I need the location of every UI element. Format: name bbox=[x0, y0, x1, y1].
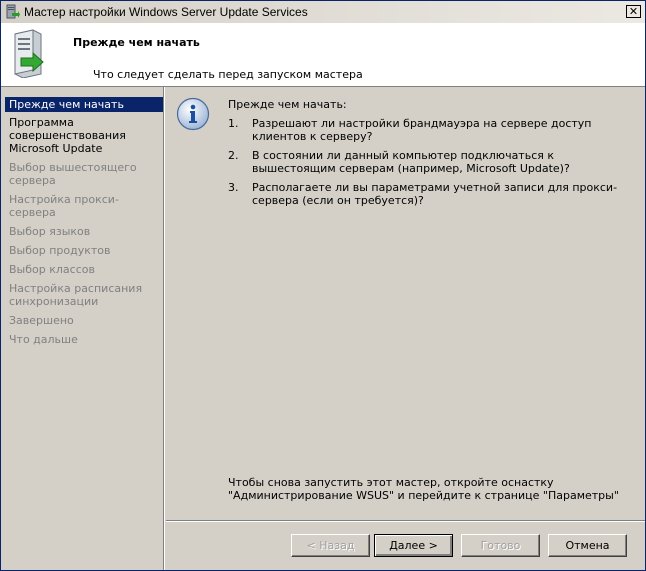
wsus-app-icon bbox=[6, 4, 20, 19]
list-item: 1. Разрешают ли настройки брандмауэра на… bbox=[228, 117, 628, 143]
sidebar-item-proxy-server: Настройка прокси-сервера bbox=[9, 193, 119, 219]
content-heading: Прежде чем начать: bbox=[228, 98, 347, 111]
list-item-text: Разрешают ли настройки брандмауэра на се… bbox=[252, 117, 592, 143]
sidebar-item-before-you-begin[interactable]: Прежде чем начать bbox=[5, 97, 163, 112]
title-bar[interactable]: Мастер настройки Windows Server Update S… bbox=[1, 1, 645, 23]
info-icon bbox=[176, 97, 210, 131]
list-item-number: 3. bbox=[228, 181, 239, 194]
cancel-button[interactable]: Отмена bbox=[548, 534, 627, 557]
finish-button[interactable]: Готово bbox=[461, 534, 540, 557]
list-item: 2. В состоянии ли данный компьютер подкл… bbox=[228, 149, 628, 175]
wizard-steps-sidebar: Прежде чем начать Программа совершенство… bbox=[1, 87, 165, 570]
sidebar-item-improvement-program[interactable]: Программа совершенствования Microsoft Up… bbox=[1, 115, 163, 156]
close-button[interactable]: ✕ bbox=[626, 5, 641, 18]
list-item: 3. Располагаете ли вы параметрами учетно… bbox=[228, 181, 628, 207]
list-item-number: 2. bbox=[228, 149, 239, 162]
server-update-icon bbox=[14, 29, 44, 78]
page-subtitle: Что следует сделать перед запуском масте… bbox=[93, 68, 363, 81]
back-button[interactable]: < Назад bbox=[291, 534, 370, 557]
sidebar-item-whats-next: Что дальше bbox=[9, 333, 78, 346]
next-button[interactable]: Далее > bbox=[374, 534, 453, 557]
sidebar-item-classifications: Выбор классов bbox=[9, 263, 95, 276]
wizard-content: Прежде чем начать: 1. Разрешают ли настр… bbox=[166, 87, 645, 520]
sidebar-item-languages: Выбор языков bbox=[9, 225, 91, 238]
rerun-note: Чтобы снова запустить этот мастер, откро… bbox=[228, 476, 619, 502]
sidebar-item-products: Выбор продуктов bbox=[9, 244, 111, 257]
page-title: Прежде чем начать bbox=[73, 36, 200, 49]
list-item-text: В состоянии ли данный компьютер подключа… bbox=[252, 149, 570, 175]
wizard-header: Прежде чем начать Что следует сделать пе… bbox=[1, 23, 645, 87]
sidebar-item-sync-schedule: Настройка расписания синхронизации bbox=[9, 282, 143, 308]
steps-list: Прежде чем начать Программа совершенство… bbox=[1, 97, 163, 351]
wizard-window: Мастер настройки Windows Server Update S… bbox=[0, 0, 646, 571]
sidebar-item-finished: Завершено bbox=[9, 314, 74, 327]
window-title: Мастер настройки Windows Server Update S… bbox=[24, 5, 308, 19]
sidebar-item-upstream-server: Выбор вышестоящего сервера bbox=[9, 161, 137, 187]
list-item-text: Располагаете ли вы параметрами учетной з… bbox=[252, 181, 618, 207]
button-divider bbox=[166, 520, 645, 522]
list-item-number: 1. bbox=[228, 117, 239, 130]
checklist: 1. Разрешают ли настройки брандмауэра на… bbox=[228, 117, 628, 213]
